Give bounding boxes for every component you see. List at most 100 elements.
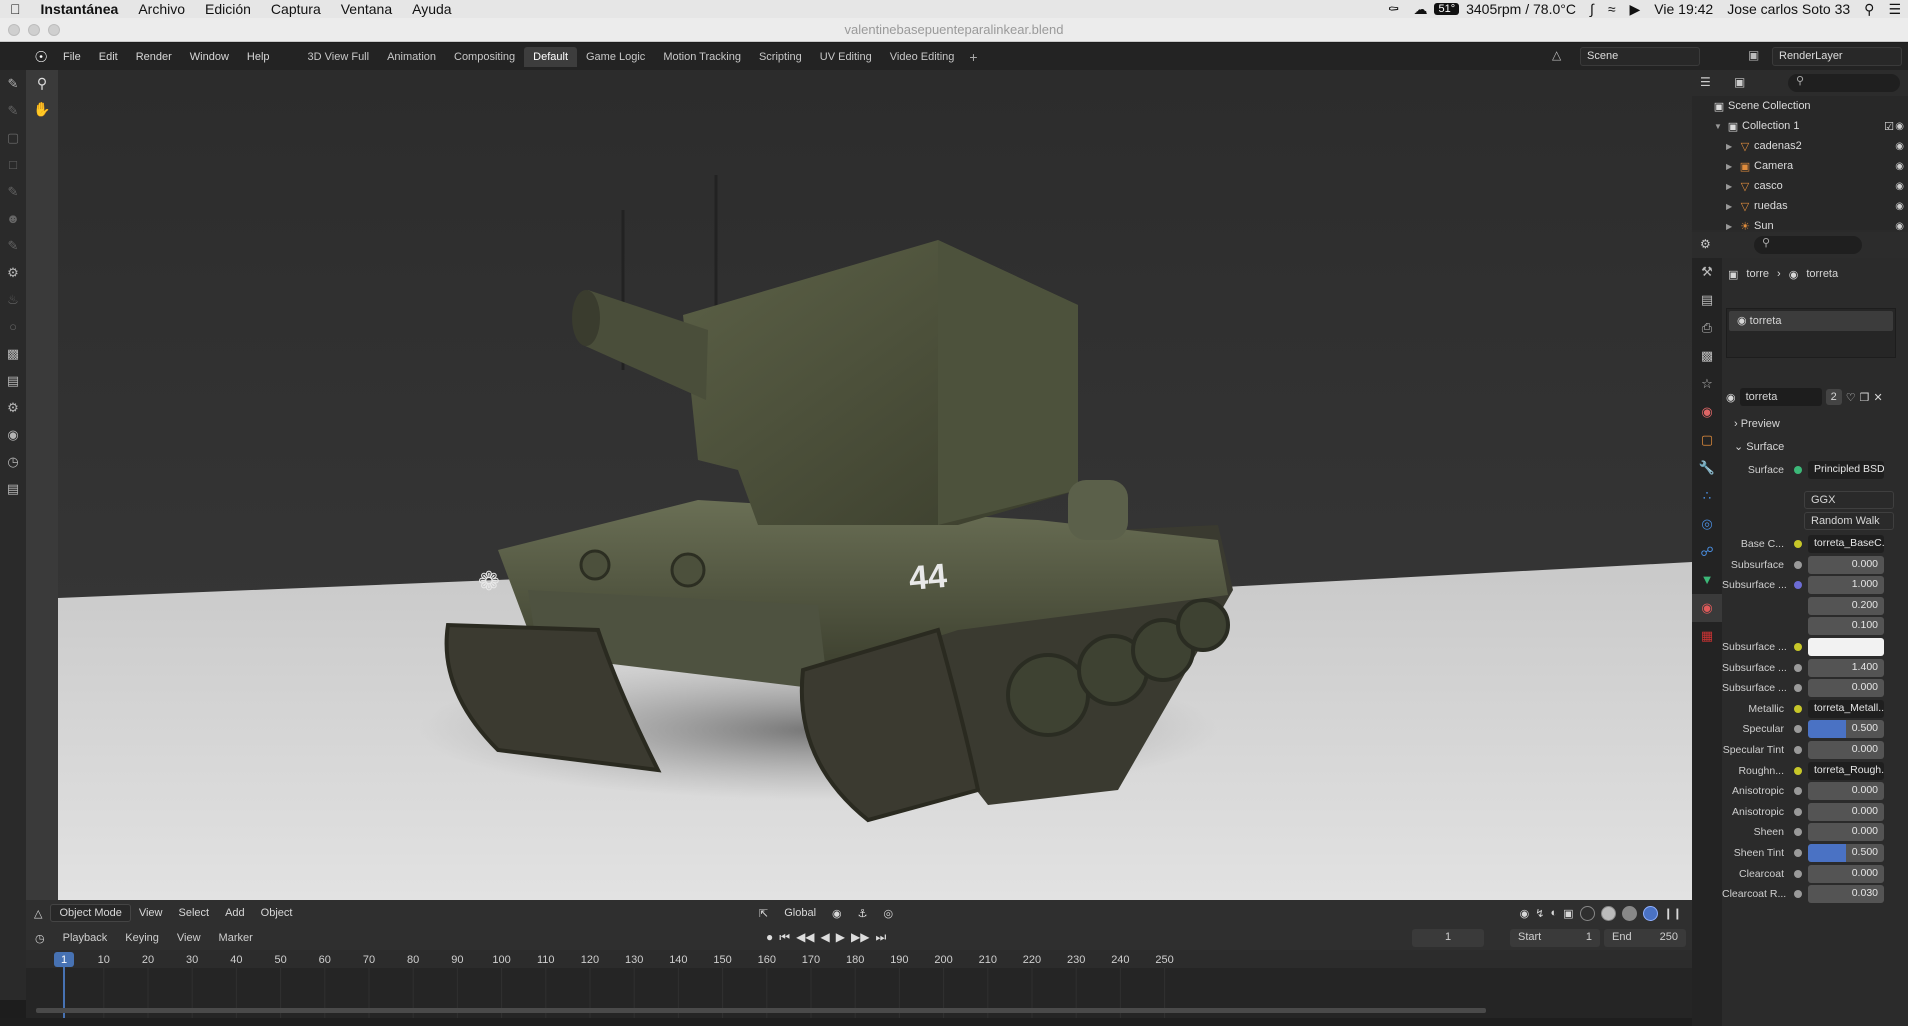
timeline-ruler[interactable]: 1 10 20 30 40 50 60 70 80 90 100 110 120 130 140 150 160… [26, 950, 1692, 1026]
particles-tab-icon[interactable]: ∴ [1692, 482, 1722, 510]
value-field[interactable]: 0.000 [1808, 556, 1884, 574]
distribution-dropdown[interactable]: GGX [1804, 491, 1894, 509]
mac-menu-archivo[interactable]: Archivo [128, 1, 195, 17]
wireframe-shading-button[interactable] [1579, 905, 1595, 921]
scene-icon[interactable]: △ [1552, 48, 1561, 62]
bell-tool-icon[interactable]: ♨ [0, 286, 26, 313]
eye-icon[interactable]: ◉ [1895, 141, 1904, 152]
fan-status[interactable]: 3405rpm / 78.0°C [1459, 1, 1583, 17]
socket-icon[interactable] [1794, 808, 1802, 816]
volume-icon[interactable]: ▶ [1623, 1, 1648, 18]
menu-file[interactable]: File [54, 51, 90, 63]
current-frame-field[interactable]: 1 [1412, 929, 1484, 947]
value-field[interactable]: 0.500 [1808, 844, 1884, 862]
add-workspace-button[interactable]: + [963, 49, 983, 65]
start-frame-field[interactable]: Start 1 [1510, 929, 1600, 947]
expand-icon[interactable]: ▶ [1726, 202, 1736, 211]
tl-menu-playback[interactable]: Playback [54, 932, 117, 944]
timeline-editor-icon[interactable]: ◷ [26, 932, 54, 945]
value-field[interactable]: 0.000 [1808, 823, 1884, 841]
scene-tab-icon[interactable]: ☆ [1692, 370, 1722, 398]
transform-orientation-dropdown[interactable]: Global [776, 907, 824, 919]
3d-viewport[interactable]: ⚲ ✋ ‹› [26, 70, 1692, 900]
tl-menu-marker[interactable]: Marker [210, 932, 262, 944]
erase-tool-icon[interactable]: ✎ [0, 97, 26, 124]
expand-icon[interactable]: ▶ [1726, 222, 1736, 231]
linked-texture-field[interactable]: torreta_Rough... [1808, 762, 1884, 780]
tab-game-logic[interactable]: Game Logic [577, 47, 654, 67]
transform-orientation-icon[interactable]: ⇱ [751, 907, 776, 920]
image-tool-icon[interactable]: ▤ [0, 367, 26, 394]
socket-icon[interactable] [1794, 746, 1802, 754]
user-name[interactable]: Jose carlos Soto 33 [1720, 1, 1857, 17]
socket-icon[interactable] [1794, 561, 1802, 569]
render-layer-icon[interactable]: ▣ [1748, 48, 1759, 62]
spotlight-search-icon[interactable]: ⚲ [1857, 1, 1881, 18]
jump-start-icon[interactable]: ⏮ [779, 930, 790, 945]
trophy-icon[interactable]: ⚰ [1381, 1, 1407, 18]
scene-selector[interactable]: Scene [1580, 47, 1700, 66]
constraints-tab-icon[interactable]: ☍ [1692, 538, 1722, 566]
socket-icon[interactable] [1794, 828, 1802, 836]
user-count[interactable]: 2 [1825, 389, 1842, 405]
timeline-scrollbar[interactable] [36, 1008, 1486, 1013]
tab-uv-editing[interactable]: UV Editing [811, 47, 881, 67]
annotate-tool-icon[interactable]: □ [0, 151, 26, 178]
menu-window[interactable]: Window [181, 51, 238, 63]
proportional-edit-icon[interactable]: ◎ [876, 907, 902, 920]
physics-tab-icon[interactable]: ◎ [1692, 510, 1722, 538]
notification-center-icon[interactable]: ☰ [1881, 1, 1908, 18]
menu-help[interactable]: Help [238, 51, 279, 63]
menu-render[interactable]: Render [127, 51, 181, 63]
apple-icon[interactable]:  [0, 1, 31, 17]
socket-icon[interactable] [1794, 849, 1802, 857]
brush-tool-icon[interactable]: ✎ [0, 178, 26, 205]
outliner-collection[interactable]: ▼ ▣ Collection 1 ☑ ◉ [1692, 116, 1908, 136]
solid-shading-button[interactable] [1600, 905, 1616, 921]
prev-keyframe-icon[interactable]: ◀◀ [796, 930, 814, 945]
tl-menu-view[interactable]: View [168, 932, 210, 944]
tab-3d-view-full[interactable]: 3D View Full [299, 47, 379, 67]
bluetooth-icon[interactable]: ∫ [1583, 1, 1601, 17]
temp-badge[interactable]: 51° [1434, 3, 1460, 15]
modifier-tab-icon[interactable]: 🔧 [1692, 454, 1722, 482]
value-field[interactable] [1808, 638, 1884, 656]
pause-render-icon[interactable]: ❙❙ [1664, 907, 1682, 920]
blender-logo-icon[interactable]: ☉ [28, 48, 54, 66]
output-tab-icon[interactable]: ⎙ [1692, 314, 1722, 342]
value-field[interactable]: 0.000 [1808, 679, 1884, 697]
value-field[interactable]: 0.100 [1808, 617, 1884, 635]
eye-icon[interactable]: ◉ [1895, 161, 1904, 172]
socket-icon[interactable] [1794, 767, 1802, 775]
value-field[interactable]: 0.030 [1808, 885, 1884, 903]
outliner-object-camera[interactable]: ▶ ▣ Camera ◉ [1692, 156, 1908, 176]
subsurface-method-dropdown[interactable]: Random Walk [1804, 512, 1894, 530]
jump-end-icon[interactable]: ⏭ [875, 930, 886, 945]
zoom-tool-icon[interactable]: ⚲ [26, 70, 58, 96]
material-shading-button[interactable] [1621, 905, 1637, 921]
outliner-editor-icon[interactable]: ☰ [1700, 75, 1711, 89]
linked-texture-field[interactable]: torreta_BaseC... [1808, 535, 1884, 553]
pen-tool-icon[interactable]: ✎ [0, 232, 26, 259]
value-field[interactable]: 0.000 [1808, 803, 1884, 821]
ring-tool-icon[interactable]: ○ [0, 313, 26, 340]
mac-app-name[interactable]: Instantánea [31, 1, 129, 17]
tab-motion-tracking[interactable]: Motion Tracking [654, 47, 750, 67]
snap-icon[interactable]: ⚓ [850, 907, 876, 920]
expand-icon[interactable]: ▶ [1726, 142, 1736, 151]
socket-icon[interactable] [1794, 890, 1802, 898]
outliner-object-casco[interactable]: ▶ ▽ casco ◉ [1692, 176, 1908, 196]
render-tab-icon[interactable]: ▤ [1692, 286, 1722, 314]
properties-editor-icon[interactable]: ⚙ [1700, 237, 1711, 251]
surface-panel-header[interactable]: ⌄ Surface [1726, 436, 1904, 458]
fake-user-icon[interactable]: ♡ [1846, 391, 1856, 404]
tab-scripting[interactable]: Scripting [750, 47, 811, 67]
display-mode-icon[interactable]: ▣ [1734, 75, 1745, 89]
socket-icon[interactable] [1794, 664, 1802, 672]
socket-icon[interactable] [1794, 725, 1802, 733]
tab-compositing[interactable]: Compositing [445, 47, 524, 67]
linked-texture-field[interactable]: torreta_Metall... [1808, 700, 1884, 718]
render-layer-selector[interactable]: RenderLayer [1772, 47, 1902, 66]
socket-icon[interactable] [1794, 581, 1802, 589]
outliner-scene-collection[interactable]: ▣ Scene Collection [1692, 96, 1908, 116]
